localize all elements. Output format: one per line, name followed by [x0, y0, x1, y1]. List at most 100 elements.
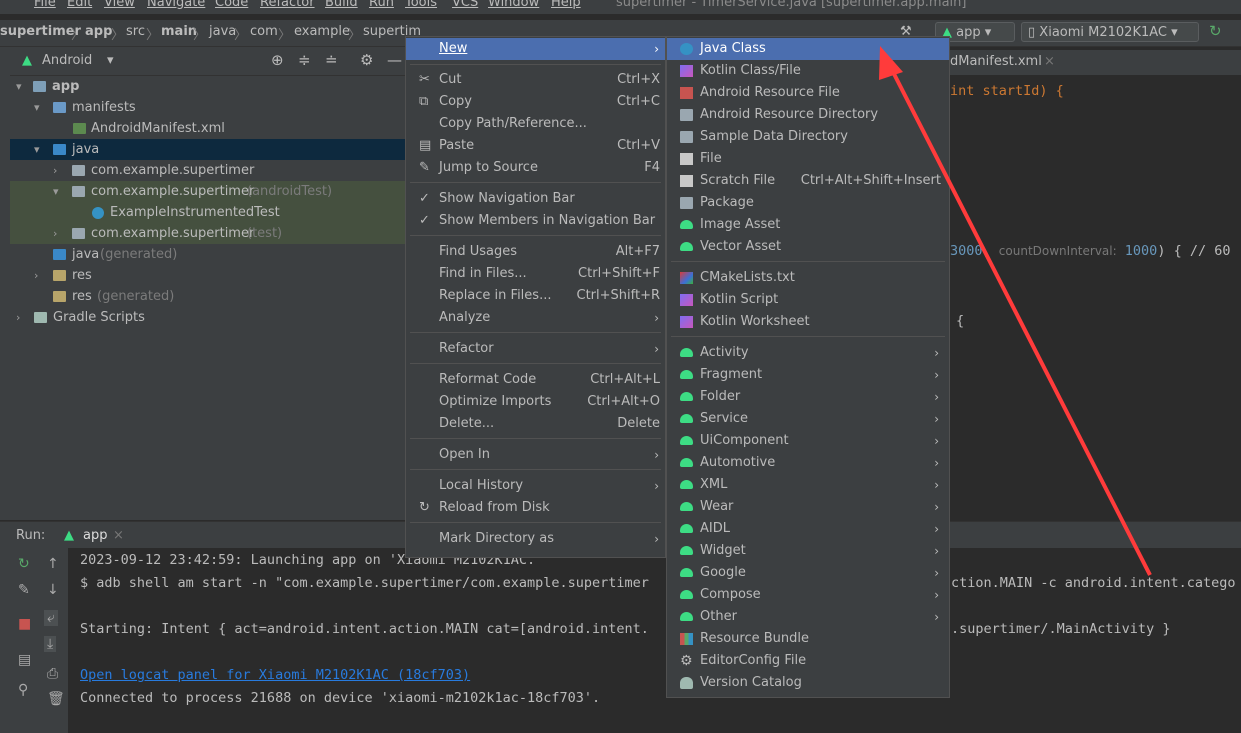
menu-item-local-history[interactable]: Local History ›: [406, 475, 665, 497]
menu-run[interactable]: Run: [369, 0, 394, 10]
menu-item-replace-in-files[interactable]: Replace in Files... Ctrl+Shift+R: [406, 285, 665, 307]
submenu-item-compose[interactable]: Compose ›: [667, 584, 949, 606]
breadcrumb-example[interactable]: example: [294, 24, 350, 39]
submenu-item-java-class[interactable]: Java Class: [667, 38, 949, 60]
submenu-item-resource-bundle[interactable]: Resource Bundle: [667, 628, 949, 650]
rerun-icon[interactable]: ↻: [1209, 22, 1222, 40]
scroll-to-end-icon[interactable]: ⤓: [44, 636, 57, 652]
submenu-item-editorconfig[interactable]: ⚙ EditorConfig File: [667, 650, 949, 672]
expand-all-icon[interactable]: ≑: [298, 51, 311, 69]
submenu-item-vector-asset[interactable]: Vector Asset: [667, 236, 949, 258]
submenu-item-kotlin-worksheet[interactable]: Kotlin Worksheet: [667, 311, 949, 333]
print-icon[interactable]: ⎙: [47, 666, 58, 682]
layout-icon[interactable]: ▤: [18, 652, 31, 668]
collapse-all-icon[interactable]: ≐: [325, 51, 338, 69]
tree-item-app[interactable]: ▾ app: [10, 76, 406, 97]
menu-item-show-members[interactable]: ✓ Show Members in Navigation Bar: [406, 210, 665, 232]
submenu-item-uicomponent[interactable]: UiComponent ›: [667, 430, 949, 452]
breadcrumb-app[interactable]: app: [85, 24, 112, 39]
menu-tools[interactable]: Tools: [405, 0, 437, 10]
tree-item-package-test[interactable]: › com.example.supertimer (test): [10, 223, 406, 244]
breadcrumb-java[interactable]: java: [209, 24, 236, 39]
trash-icon[interactable]: 🗑: [47, 691, 65, 707]
menu-item-new[interactable]: New ›: [406, 38, 665, 60]
run-console[interactable]: 2023-09-12 23:42:59: Launching app on 'X…: [68, 548, 1241, 733]
submenu-item-package[interactable]: Package: [667, 192, 949, 214]
submenu-item-wear[interactable]: Wear ›: [667, 496, 949, 518]
menu-navigate[interactable]: Navigate: [147, 0, 205, 10]
submenu-item-android-resource-directory[interactable]: Android Resource Directory: [667, 104, 949, 126]
minimize-icon[interactable]: —: [387, 51, 402, 69]
breadcrumb-com[interactable]: com: [250, 24, 278, 39]
tree-item-androidmanifest[interactable]: AndroidManifest.xml: [10, 118, 406, 139]
submenu-item-file[interactable]: File: [667, 148, 949, 170]
submenu-item-cmakelists[interactable]: CMakeLists.txt: [667, 267, 949, 289]
menu-edit[interactable]: Edit: [67, 0, 92, 10]
submenu-item-service[interactable]: Service ›: [667, 408, 949, 430]
menu-item-jump-to-source[interactable]: ✎ Jump to Source F4: [406, 157, 665, 179]
target-icon[interactable]: ⊕: [271, 51, 284, 69]
menu-item-copy-path[interactable]: Copy Path/Reference...: [406, 113, 665, 135]
device-selector[interactable]: ▯ Xiaomi M2102K1AC ▾: [1021, 22, 1199, 42]
run-tab-app[interactable]: app: [83, 528, 107, 543]
submenu-item-folder[interactable]: Folder ›: [667, 386, 949, 408]
tree-item-package-androidtest[interactable]: ▾ com.example.supertimer (androidTest): [10, 181, 406, 202]
menu-window[interactable]: Window: [488, 0, 539, 10]
pin-icon[interactable]: ⚲: [18, 682, 28, 698]
menu-item-analyze[interactable]: Analyze ›: [406, 307, 665, 329]
menu-item-copy[interactable]: ⧉ Copy Ctrl+C: [406, 91, 665, 113]
close-icon[interactable]: ×: [1044, 54, 1055, 69]
submenu-item-version-catalog[interactable]: Version Catalog: [667, 672, 949, 694]
tree-item-res-generated[interactable]: res (generated): [10, 286, 406, 307]
submenu-item-sample-data-directory[interactable]: Sample Data Directory: [667, 126, 949, 148]
up-arrow-icon[interactable]: ↑: [47, 556, 59, 572]
tree-item-gradle-scripts[interactable]: › Gradle Scripts: [10, 307, 406, 328]
breadcrumb-supertimer[interactable]: supertimer: [0, 24, 81, 39]
submenu-item-widget[interactable]: Widget ›: [667, 540, 949, 562]
breadcrumb-main[interactable]: main: [161, 24, 197, 39]
submenu-item-image-asset[interactable]: Image Asset: [667, 214, 949, 236]
menu-vcs[interactable]: VCS: [452, 0, 478, 10]
menu-item-reload-from-disk[interactable]: ↻ Reload from Disk: [406, 497, 665, 519]
chevron-down-icon[interactable]: ▾: [16, 76, 22, 97]
submenu-item-kotlin-script[interactable]: Kotlin Script: [667, 289, 949, 311]
tree-item-package[interactable]: › com.example.supertimer: [10, 160, 406, 181]
menu-view[interactable]: View: [104, 0, 135, 10]
menu-code[interactable]: Code: [215, 0, 248, 10]
menu-help[interactable]: Help: [551, 0, 581, 10]
menu-item-find-usages[interactable]: Find Usages Alt+F7: [406, 241, 665, 263]
menu-item-show-navigation-bar[interactable]: ✓ Show Navigation Bar: [406, 188, 665, 210]
menu-item-delete[interactable]: Delete... Delete: [406, 413, 665, 435]
tree-item-res[interactable]: › res: [10, 265, 406, 286]
submenu-item-automotive[interactable]: Automotive ›: [667, 452, 949, 474]
breadcrumb-src[interactable]: src: [126, 24, 145, 39]
tree-item-java-generated[interactable]: java (generated): [10, 244, 406, 265]
chevron-down-icon[interactable]: ▾: [53, 181, 59, 202]
submenu-item-kotlin-class[interactable]: Kotlin Class/File: [667, 60, 949, 82]
code-editor[interactable]: int startId) { 3000, countDownInterval: …: [950, 75, 1241, 520]
chevron-down-icon[interactable]: ▾: [34, 139, 40, 160]
submenu-item-activity[interactable]: Activity ›: [667, 342, 949, 364]
chevron-right-icon[interactable]: ›: [53, 160, 57, 181]
stop-icon[interactable]: ■: [18, 616, 31, 632]
chevron-down-icon[interactable]: ▾: [34, 97, 40, 118]
submenu-item-fragment[interactable]: Fragment ›: [667, 364, 949, 386]
editor-tab-manifest[interactable]: dManifest.xml: [950, 54, 1042, 69]
submenu-item-aidl[interactable]: AIDL ›: [667, 518, 949, 540]
chevron-right-icon[interactable]: ›: [34, 265, 38, 286]
submenu-item-xml[interactable]: XML ›: [667, 474, 949, 496]
chevron-right-icon[interactable]: ›: [16, 307, 20, 328]
tree-item-manifests[interactable]: ▾ manifests: [10, 97, 406, 118]
gear-icon[interactable]: ⚙: [360, 51, 373, 69]
close-icon[interactable]: ×: [113, 528, 124, 543]
tree-item-exampleinstrumentedtest[interactable]: ExampleInstrumentedTest: [10, 202, 406, 223]
submenu-item-android-resource-file[interactable]: Android Resource File: [667, 82, 949, 104]
soft-wrap-icon[interactable]: ⤶: [44, 610, 58, 626]
rerun-icon[interactable]: ↻: [18, 556, 30, 572]
submenu-item-other[interactable]: Other ›: [667, 606, 949, 628]
menu-item-optimize-imports[interactable]: Optimize Imports Ctrl+Alt+O: [406, 391, 665, 413]
submenu-item-scratch-file[interactable]: Scratch File Ctrl+Alt+Shift+Insert: [667, 170, 949, 192]
down-arrow-icon[interactable]: ↓: [47, 582, 59, 598]
menu-refactor[interactable]: Refactor: [260, 0, 315, 10]
menu-item-open-in[interactable]: Open In ›: [406, 444, 665, 466]
